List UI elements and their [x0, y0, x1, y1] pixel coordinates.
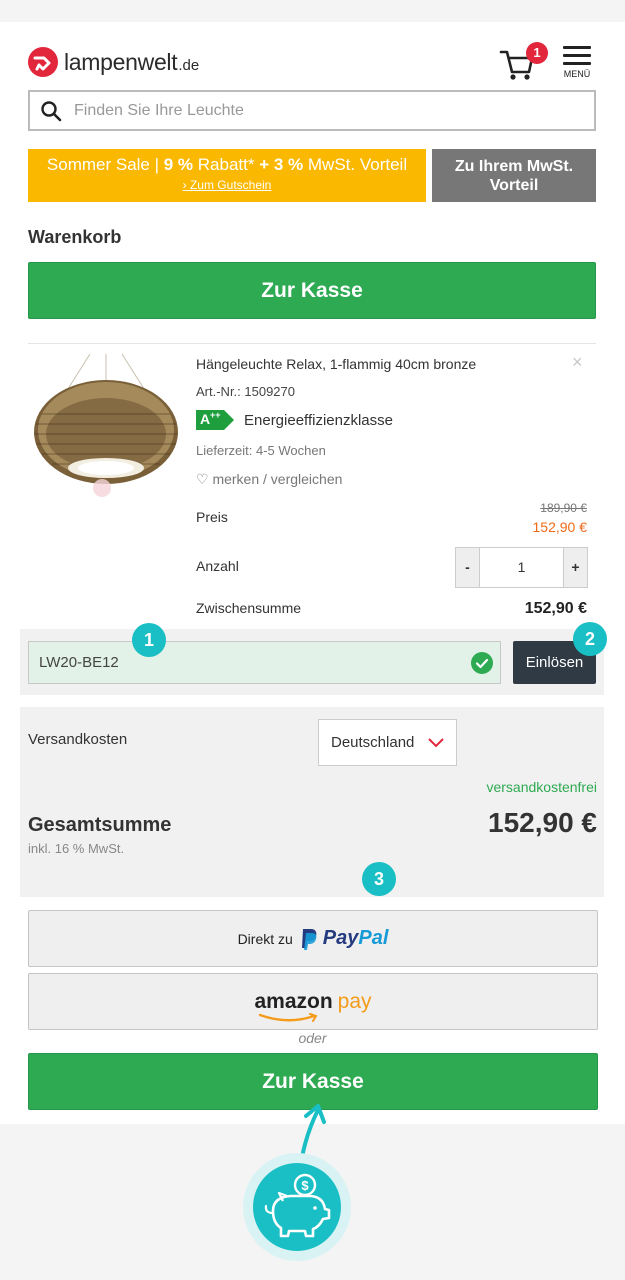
promo-vat-pct: 3 %	[269, 155, 304, 174]
amazon-logo: amazon	[254, 989, 333, 1022]
remove-item-icon[interactable]: ×	[572, 352, 583, 373]
coupon-input[interactable]	[39, 654, 459, 671]
piggy-bank-icon: $	[253, 1163, 341, 1251]
coupon-field	[28, 641, 501, 684]
promo-text-start: Sommer Sale |	[46, 155, 164, 174]
check-icon	[471, 652, 493, 674]
promo-discount: 9 %	[163, 155, 194, 174]
search-input[interactable]	[74, 101, 574, 120]
price-old: 189,90 €	[540, 501, 587, 515]
logo-tld: .de	[178, 57, 200, 74]
total-value: 152,90 €	[488, 807, 597, 838]
svg-text:$: $	[301, 1178, 309, 1193]
price-new: 152,90 €	[532, 519, 588, 535]
annotation-marker-1: 1	[132, 623, 166, 657]
menu-icon-bar	[563, 54, 591, 57]
chevron-down-icon	[428, 737, 445, 747]
subtotal-label: Zwischensumme	[196, 600, 302, 616]
amazon-smile-icon	[259, 1012, 318, 1022]
quantity-plus-button[interactable]: +	[564, 548, 587, 587]
wishlist-compare-link[interactable]: ♡ merken / vergleichen	[196, 471, 342, 488]
cart-count-badge: 1	[526, 42, 548, 64]
or-separator: oder	[298, 1030, 327, 1046]
energy-rating[interactable]: A ++ Energieeffizienzklasse	[196, 410, 393, 430]
vat-note: inkl. 16 % MwSt.	[28, 841, 125, 856]
vat-advantage-button[interactable]: Zu Ihrem MwSt. Vorteil	[432, 149, 596, 202]
cart-title: Warenkorb	[28, 227, 122, 247]
annotation-marker-2: 2	[573, 622, 607, 656]
logo-text: lampenwelt	[64, 48, 178, 75]
promo-plus: +	[259, 155, 270, 174]
quantity-label: Anzahl	[196, 558, 239, 574]
promo-text: Sommer Sale | 9 % Rabatt* + 3 % MwSt. Vo…	[28, 149, 426, 175]
subtotal-value: 152,90 €	[524, 600, 587, 617]
shipping-cost: versandkostenfrei	[486, 779, 597, 795]
article-number: Art.-Nr.: 1509270	[196, 384, 295, 399]
lead-time: Lieferzeit: 4-5 Wochen	[196, 443, 326, 458]
paypal-word-pal: Pal	[358, 927, 389, 949]
annotation-marker-3: 3	[362, 862, 396, 896]
energy-label: Energieeffizienzklasse	[244, 411, 393, 429]
country-select[interactable]: Deutschland	[318, 719, 457, 766]
promo-banner[interactable]: Sommer Sale | 9 % Rabatt* + 3 % MwSt. Vo…	[28, 149, 426, 202]
search-icon[interactable]	[40, 100, 62, 122]
menu-button[interactable]: MENÜ	[560, 46, 594, 86]
total-label: Gesamtsumme	[28, 814, 172, 836]
divider	[28, 343, 596, 344]
amazon-pay-word: pay	[337, 989, 372, 1013]
menu-icon	[563, 46, 591, 49]
energy-class-plus: ++	[210, 410, 221, 420]
amazon-pay-button[interactable]: amazon pay	[28, 973, 598, 1030]
paypal-icon	[301, 928, 317, 950]
product-name[interactable]: Hängeleuchte Relax, 1-flammig 40cm bronz…	[196, 356, 476, 372]
search-box	[28, 90, 596, 131]
quantity-value[interactable]: 1	[479, 548, 564, 587]
energy-class-badge: A ++	[196, 410, 234, 430]
paypal-word-pay: Pay	[322, 927, 359, 949]
logo-mark-icon	[28, 47, 58, 77]
country-selected: Deutschland	[331, 734, 415, 751]
menu-icon-bar	[563, 62, 591, 65]
quantity-minus-button[interactable]: -	[456, 548, 479, 587]
amazon-word: amazon	[254, 989, 333, 1013]
paypal-prefix: Direkt zu	[237, 930, 293, 947]
coupon-link[interactable]: › Zum Gutschein	[28, 178, 426, 192]
shipping-label: Versandkosten	[28, 731, 128, 748]
promo-text-vat: MwSt. Vorteil	[303, 155, 408, 174]
logo[interactable]: lampenwelt .de	[28, 46, 199, 78]
energy-class: A	[200, 411, 211, 427]
promo-text-rabatt: Rabatt*	[193, 155, 260, 174]
product-image[interactable]	[28, 352, 184, 502]
paypal-wordmark: PayPal	[323, 927, 389, 950]
checkout-button-top[interactable]: Zur Kasse	[28, 262, 596, 319]
quantity-stepper: - 1 +	[455, 547, 588, 588]
menu-label: MENÜ	[563, 69, 591, 79]
price-label: Preis	[196, 509, 228, 525]
paypal-button[interactable]: Direkt zu PayPal	[28, 910, 598, 967]
